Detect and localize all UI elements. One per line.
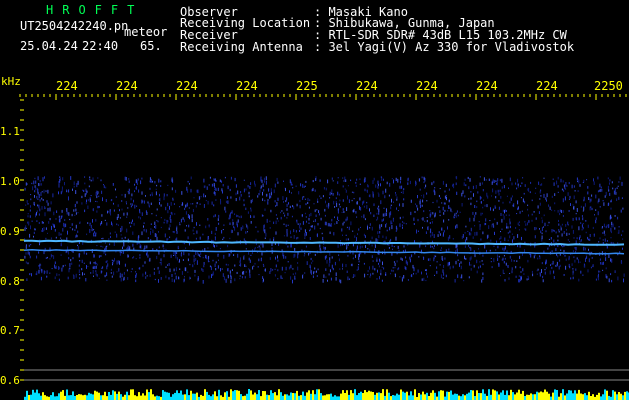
y-tick: 1.1: [0, 125, 20, 138]
noise-field: [24, 176, 625, 284]
power-trace: [24, 389, 629, 400]
x-tick: 224: [236, 79, 258, 93]
y-tick: 0.6: [0, 374, 20, 387]
y-tick: 0.7: [0, 324, 20, 337]
x-tick: 224: [416, 79, 438, 93]
x-tick: 225: [296, 79, 318, 93]
y-tick: 0.9: [0, 225, 20, 238]
x-tick: 224: [476, 79, 498, 93]
x-tick: 224: [536, 79, 558, 93]
y-tick: 0.8: [0, 275, 20, 288]
x-tick: 224: [176, 79, 198, 93]
spectrogram: [19, 94, 629, 400]
x-tick: 224: [116, 79, 138, 93]
x-tick: 2250: [594, 79, 623, 93]
x-tick: 224: [56, 79, 78, 93]
x-tick: 224: [356, 79, 378, 93]
unit-label: kHz: [1, 75, 21, 88]
y-tick: 1.0: [0, 175, 20, 188]
